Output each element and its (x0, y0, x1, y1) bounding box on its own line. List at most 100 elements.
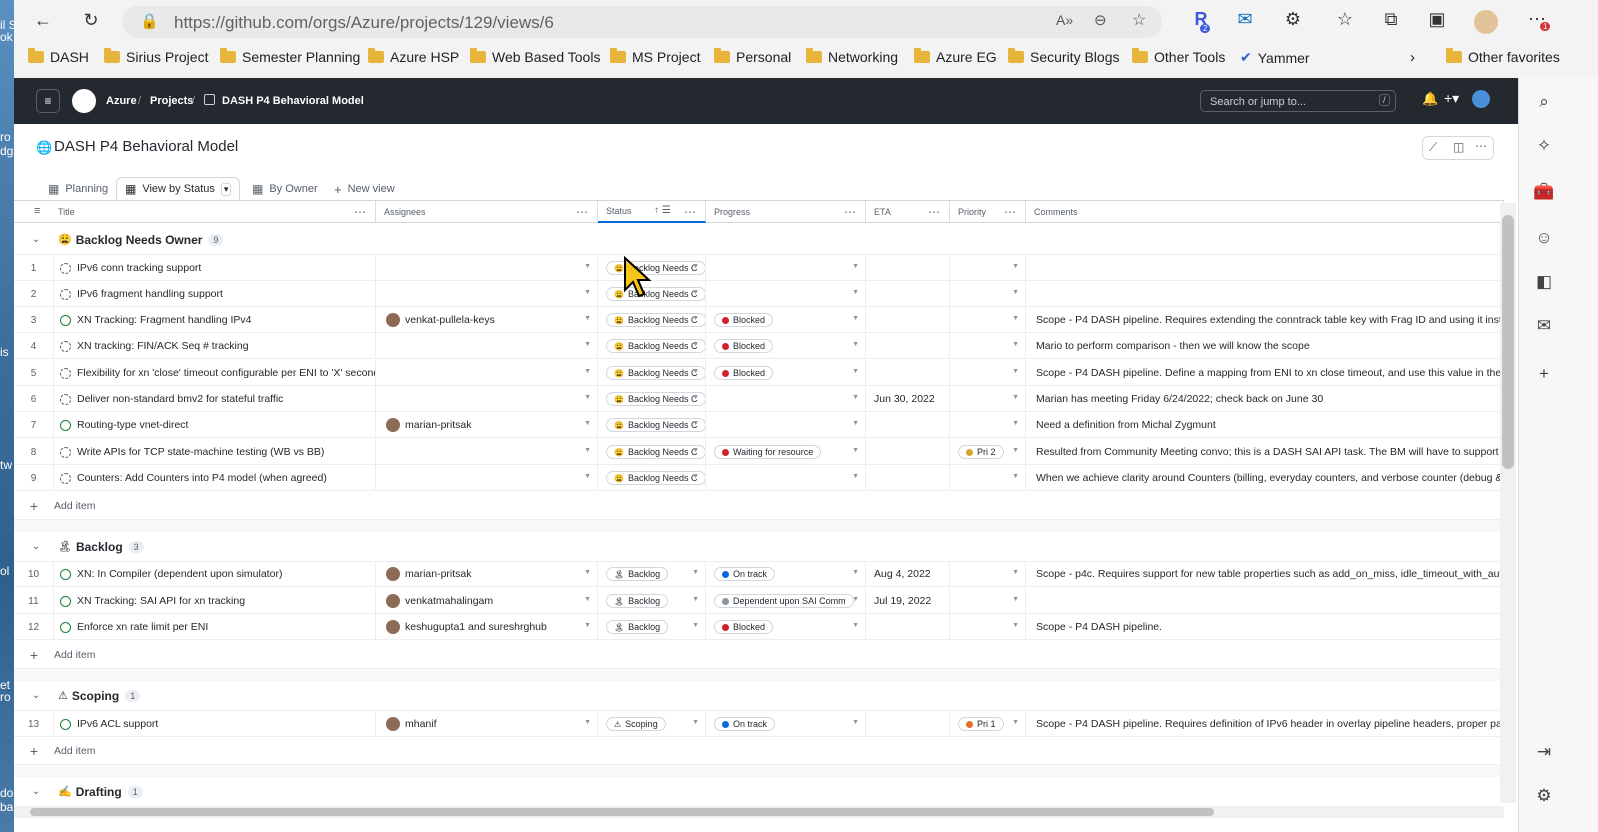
item-title[interactable]: IPv6 conn tracking support (77, 262, 201, 274)
favorite-star-icon[interactable]: ☆ (1132, 10, 1146, 30)
status-cell[interactable]: 😩 Backlog Needs C ▼ (598, 307, 706, 333)
assignees-cell[interactable]: ▼ (376, 281, 598, 307)
dropdown-icon[interactable]: ▼ (692, 341, 699, 348)
table-row[interactable]: 12 Enforce xn rate limit per ENI keshugupt… (14, 614, 1504, 640)
progress-cell[interactable]: Dependent upon SAI Comm ▼ (706, 588, 866, 614)
dropdown-icon[interactable]: ▼ (852, 569, 859, 576)
dropdown-icon[interactable]: ▼ (1012, 368, 1019, 375)
assignees-cell[interactable]: ▼ (376, 360, 598, 386)
comments-cell[interactable]: Scope - P4 DASH pipeline. Requires defin… (1026, 711, 1504, 737)
title-cell[interactable]: IPv6 ACL support (54, 711, 376, 737)
dropdown-icon[interactable]: ▼ (692, 263, 699, 270)
comments-cell[interactable]: Scope - p4c. Requires support for new ta… (1026, 561, 1504, 587)
dropdown-icon[interactable]: ▼ (692, 719, 699, 726)
group-header[interactable]: ⌄ 😩 Backlog Needs Owner 9 (14, 225, 1504, 255)
dropdown-icon[interactable]: ▼ (852, 447, 859, 454)
bookmark-sirius-project[interactable]: Sirius Project (104, 48, 208, 65)
item-title[interactable]: Deliver non-standard bmv2 for stateful t… (77, 393, 283, 405)
add-item-button[interactable]: + Add item (14, 642, 1504, 668)
tools-icon[interactable]: 🧰 (1533, 182, 1555, 202)
bookmark-security-blogs[interactable]: Security Blogs (1008, 48, 1119, 65)
dropdown-icon[interactable]: ▼ (584, 289, 591, 296)
outlook-sidebar-icon[interactable]: ✉ (1533, 316, 1555, 336)
read-aloud-icon[interactable]: A» (1056, 12, 1073, 28)
title-cell[interactable]: XN Tracking: Fragment handling IPv4 (54, 307, 376, 333)
group-header[interactable]: ⌄ ✍ Drafting 1 (14, 777, 1504, 807)
dropdown-icon[interactable]: ▼ (1012, 289, 1019, 296)
column-menu-icon[interactable]: ⋯ (576, 205, 589, 219)
layout-icon[interactable]: ◫ (1453, 140, 1464, 154)
eta-cell[interactable] (866, 281, 950, 307)
table-row[interactable]: 6 Deliver non-standard bmv2 for stateful … (14, 386, 1504, 412)
comments-cell[interactable] (1026, 588, 1504, 614)
dropdown-icon[interactable]: ▼ (1012, 420, 1019, 427)
priority-cell[interactable]: ▼ (950, 614, 1026, 640)
menu-icon[interactable]: ≡ (36, 89, 60, 113)
progress-cell[interactable]: On track ▼ (706, 561, 866, 587)
dropdown-icon[interactable]: ▼ (692, 447, 699, 454)
comments-cell[interactable]: Scope - P4 DASH pipeline. (1026, 614, 1504, 640)
title-cell[interactable]: IPv6 fragment handling support (54, 281, 376, 307)
eta-cell[interactable] (866, 333, 950, 359)
eta-cell[interactable]: Jun 30, 2022 (866, 386, 950, 412)
dropdown-icon[interactable]: ▼ (584, 394, 591, 401)
settings-icon[interactable]: ⚙ (1533, 786, 1555, 806)
priority-cell[interactable]: ▼ (950, 360, 1026, 386)
assignees-cell[interactable]: venkatmahalingam ▼ (376, 588, 598, 614)
chevron-down-icon[interactable]: ⌄ (14, 234, 58, 245)
dropdown-icon[interactable]: ▼ (852, 719, 859, 726)
dropdown-icon[interactable]: ▼ (692, 289, 699, 296)
item-title[interactable]: XN Tracking: Fragment handling IPv4 (77, 314, 252, 326)
new-view-button[interactable]: + New view (326, 177, 403, 201)
bookmark-ms-project[interactable]: MS Project (610, 48, 700, 65)
status-cell[interactable]: 🏝 Backlog ▼ (598, 588, 706, 614)
table-row[interactable]: 10 XN: In Compiler (dependent upon simula… (14, 561, 1504, 587)
status-cell[interactable]: 😩 Backlog Needs C ▼ (598, 281, 706, 307)
priority-cell[interactable]: Pri 1 ▼ (950, 711, 1026, 737)
notifications-icon[interactable]: 🔔 (1422, 91, 1438, 107)
create-new-icon[interactable]: +▾ (1444, 90, 1459, 107)
add-item-button[interactable]: + Add item (14, 738, 1504, 764)
dropdown-icon[interactable]: ▼ (852, 263, 859, 270)
column-header-title[interactable]: Title ≡ ⋯ (14, 201, 376, 223)
bookmark-other-tools[interactable]: Other Tools (1132, 48, 1225, 65)
eta-cell[interactable] (866, 711, 950, 737)
tab-by-owner[interactable]: ▦ By Owner (244, 177, 326, 201)
priority-cell[interactable]: Pri 2 ▼ (950, 439, 1026, 465)
assignees-cell[interactable]: venkat-pullela-keys ▼ (376, 307, 598, 333)
eta-cell[interactable] (866, 614, 950, 640)
item-title[interactable]: XN: In Compiler (dependent upon simulato… (77, 568, 282, 580)
breadcrumb-projects[interactable]: Projects (150, 95, 193, 107)
add-sidebar-icon[interactable]: + (1533, 364, 1555, 384)
progress-cell[interactable]: ▼ (706, 255, 866, 281)
dropdown-icon[interactable]: ▼ (852, 622, 859, 629)
insights-icon[interactable]: ⟋ (1429, 140, 1437, 155)
column-menu-icon[interactable]: ⋯ (354, 205, 367, 219)
assignees-cell[interactable]: marian-pritsak ▼ (376, 561, 598, 587)
item-title[interactable]: IPv6 fragment handling support (77, 288, 223, 300)
column-header-progress[interactable]: Progress ⋯ (706, 201, 866, 223)
comments-cell[interactable] (1026, 281, 1504, 307)
dropdown-icon[interactable]: ▼ (1012, 315, 1019, 322)
hide-sidebar-icon[interactable]: ⇥ (1533, 742, 1555, 762)
table-row[interactable]: 7 Routing-type vnet-direct marian-pritsak ▼… (14, 412, 1504, 438)
column-header-status[interactable]: Status ↑ ☰ ⋯ (598, 201, 706, 223)
dropdown-icon[interactable]: ▼ (1012, 341, 1019, 348)
item-title[interactable]: Write APIs for TCP state-machine testing… (77, 446, 324, 458)
user-avatar[interactable] (1472, 90, 1490, 108)
eta-cell[interactable] (866, 307, 950, 333)
dropdown-icon[interactable]: ▼ (692, 473, 699, 480)
chevron-down-icon[interactable]: ⌄ (14, 786, 58, 797)
eta-cell[interactable]: Aug 4, 2022 (866, 561, 950, 587)
status-cell[interactable]: 😩 Backlog Needs C ▼ (598, 386, 706, 412)
column-menu-icon[interactable]: ⋯ (684, 205, 697, 219)
assignees-cell[interactable]: marian-pritsak ▼ (376, 412, 598, 438)
dropdown-icon[interactable]: ▼ (584, 368, 591, 375)
dropdown-icon[interactable]: ▼ (692, 596, 699, 603)
bookmark-networking[interactable]: Networking (806, 48, 898, 65)
bookmarks-overflow-icon[interactable]: › (1410, 49, 1415, 66)
back-icon[interactable]: ← (30, 10, 56, 31)
progress-cell[interactable]: Waiting for resource ▼ (706, 439, 866, 465)
dropdown-icon[interactable]: ▼ (852, 315, 859, 322)
horizontal-scroll-thumb[interactable] (30, 808, 1214, 816)
